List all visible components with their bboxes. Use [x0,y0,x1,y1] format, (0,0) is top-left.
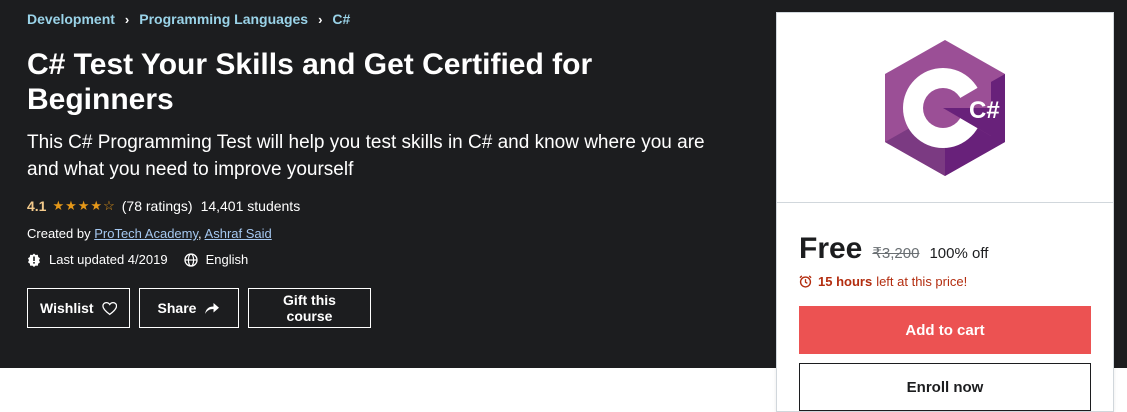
breadcrumb-development[interactable]: Development [27,11,115,27]
created-by: Created by ProTech Academy, Ashraf Said [27,226,272,241]
heart-icon [101,301,117,315]
purchase-sidebar: C# Free ₹3,200 100% off 15 hours left at… [776,12,1114,412]
course-preview[interactable]: C# [777,13,1113,203]
last-updated: Last updated 4/2019 [27,252,168,267]
student-count: 14,401 students [200,198,301,214]
breadcrumb-programming-languages[interactable]: Programming Languages [139,11,308,27]
course-subtitle: This C# Programming Test will help you t… [27,132,705,180]
created-by-label: Created by [27,226,91,241]
rating-value: 4.1 [27,198,47,214]
share-label: Share [157,300,197,316]
share-button[interactable]: Share [139,288,239,328]
wishlist-label: Wishlist [40,300,94,316]
csharp-logo: C# [885,39,1005,176]
rating-row: 4.1 ★★★★☆ (78 ratings) 14,401 students [27,198,300,214]
current-price: Free [799,232,863,265]
breadcrumb: Development › Programming Languages › C# [27,11,350,27]
original-price: ₹3,200 [872,245,920,262]
gift-course-button[interactable]: Gift this course [248,288,371,328]
rating-count-link[interactable]: (78 ratings) [122,198,193,214]
timer-hours: 15 hours [818,274,873,289]
enroll-now-button[interactable]: Enroll now [799,363,1091,411]
price-timer: 15 hours left at this price! [799,274,967,289]
chevron-right-icon: › [318,11,323,27]
instructor-link-protech[interactable]: ProTech Academy [94,226,198,241]
last-updated-text: Last updated 4/2019 [49,252,168,267]
alarm-clock-icon [799,275,812,288]
add-to-cart-button[interactable]: Add to cart [799,306,1091,354]
language-text: English [205,252,249,267]
breadcrumb-csharp[interactable]: C# [332,11,350,27]
wishlist-button[interactable]: Wishlist [27,288,130,328]
alert-badge-icon [28,253,40,267]
csharp-logo-text: C# [969,97,1000,124]
course-title: C# Test Your Skills and Get Certified fo… [27,48,593,116]
course-meta: Last updated 4/2019 English [27,252,264,267]
language: English [183,252,249,267]
instructor-link-ashraf[interactable]: Ashraf Said [205,226,272,241]
action-buttons: Wishlist Share Gift this course [27,288,380,328]
timer-text: left at this price! [876,274,968,289]
chevron-right-icon: › [124,11,130,27]
price-row: Free ₹3,200 100% off [799,232,988,266]
discount-percent: 100% off [929,245,989,262]
star-rating-icon: ★★★★☆ [52,198,116,213]
share-arrow-icon [205,303,220,314]
globe-icon [183,252,198,267]
